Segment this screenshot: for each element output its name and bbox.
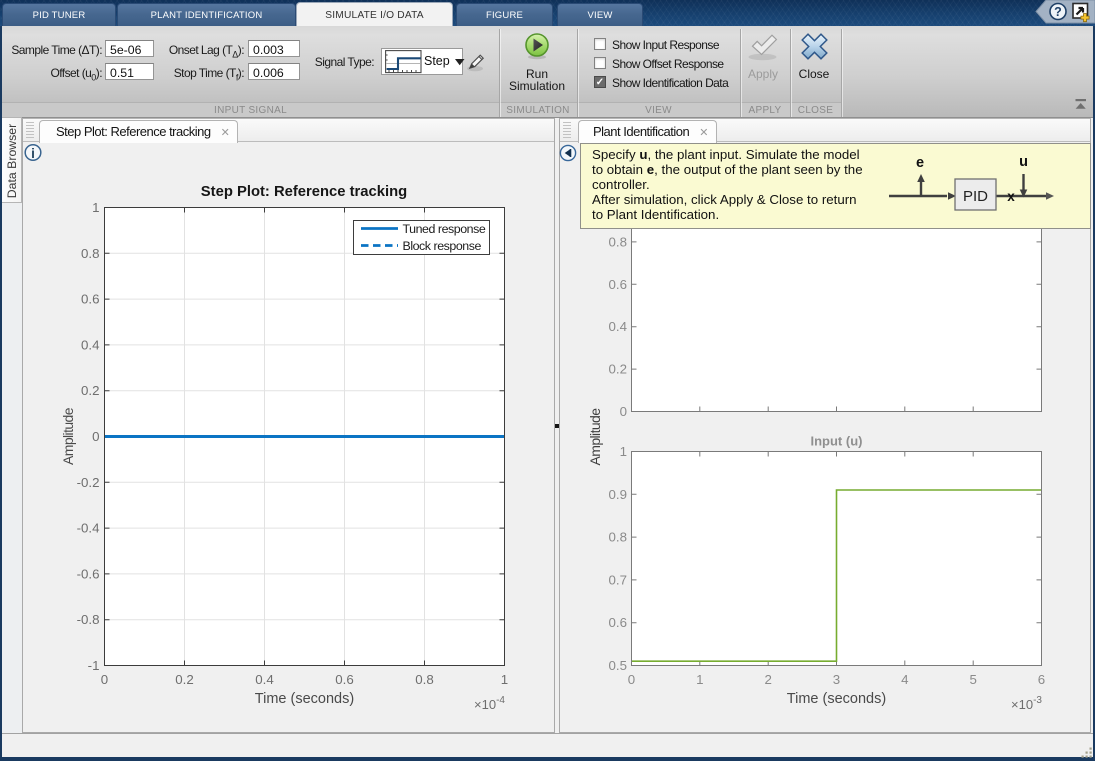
svg-text:1: 1 (92, 200, 99, 215)
svg-text:×10-3: ×10-3 (1011, 695, 1042, 712)
svg-text:5: 5 (969, 672, 976, 687)
svg-text:x: x (1007, 189, 1015, 204)
svg-text:0.6: 0.6 (335, 672, 354, 687)
svg-text:×10-4: ×10-4 (474, 695, 505, 712)
svg-text:3: 3 (833, 672, 840, 687)
svg-text:e: e (916, 155, 924, 171)
svg-text:0.2: 0.2 (81, 383, 100, 398)
svg-text:0.8: 0.8 (609, 234, 628, 249)
svg-text:0.6: 0.6 (609, 277, 628, 292)
svg-text:0: 0 (628, 672, 635, 687)
svg-text:Tuned response: Tuned response (403, 222, 486, 236)
svg-text:0.7: 0.7 (609, 572, 628, 587)
svg-text:2: 2 (764, 672, 771, 687)
svg-text:0.9: 0.9 (609, 487, 628, 502)
svg-text:1: 1 (501, 672, 508, 687)
svg-text:Amplitude: Amplitude (587, 408, 603, 466)
svg-text:Time (seconds): Time (seconds) (787, 691, 886, 707)
svg-text:Input (u): Input (u) (811, 434, 863, 449)
svg-text:Time (seconds): Time (seconds) (255, 691, 354, 707)
svg-text:0.4: 0.4 (81, 337, 100, 352)
svg-text:0.4: 0.4 (255, 672, 274, 687)
svg-text:0.4: 0.4 (609, 319, 628, 334)
svg-text:?: ? (1054, 5, 1062, 19)
svg-text:-0.8: -0.8 (77, 612, 100, 627)
svg-text:0.6: 0.6 (609, 615, 628, 630)
svg-text:Block response: Block response (403, 239, 482, 253)
svg-text:-1: -1 (88, 658, 100, 673)
svg-text:0.8: 0.8 (415, 672, 434, 687)
svg-text:0: 0 (620, 404, 627, 419)
svg-text:0.5: 0.5 (609, 658, 628, 673)
svg-text:i: i (31, 146, 35, 161)
svg-text:u: u (1019, 154, 1028, 170)
svg-text:0.8: 0.8 (609, 530, 628, 545)
svg-text:-0.6: -0.6 (77, 566, 100, 581)
svg-text:Amplitude: Amplitude (60, 407, 76, 465)
svg-text:-0.4: -0.4 (77, 521, 100, 536)
svg-text:0.6: 0.6 (81, 292, 100, 307)
svg-text:1: 1 (696, 672, 703, 687)
svg-text:4: 4 (901, 672, 908, 687)
svg-text:0: 0 (101, 672, 108, 687)
svg-text:6: 6 (1038, 672, 1045, 687)
svg-text:PID: PID (963, 188, 988, 205)
svg-text:-0.2: -0.2 (77, 475, 100, 490)
svg-text:1: 1 (620, 444, 627, 459)
svg-text:Step Plot: Reference tracking: Step Plot: Reference tracking (201, 184, 407, 200)
svg-text:0: 0 (92, 429, 99, 444)
svg-text:0.2: 0.2 (175, 672, 194, 687)
svg-text:0.2: 0.2 (609, 362, 628, 377)
svg-text:0.8: 0.8 (81, 246, 100, 261)
